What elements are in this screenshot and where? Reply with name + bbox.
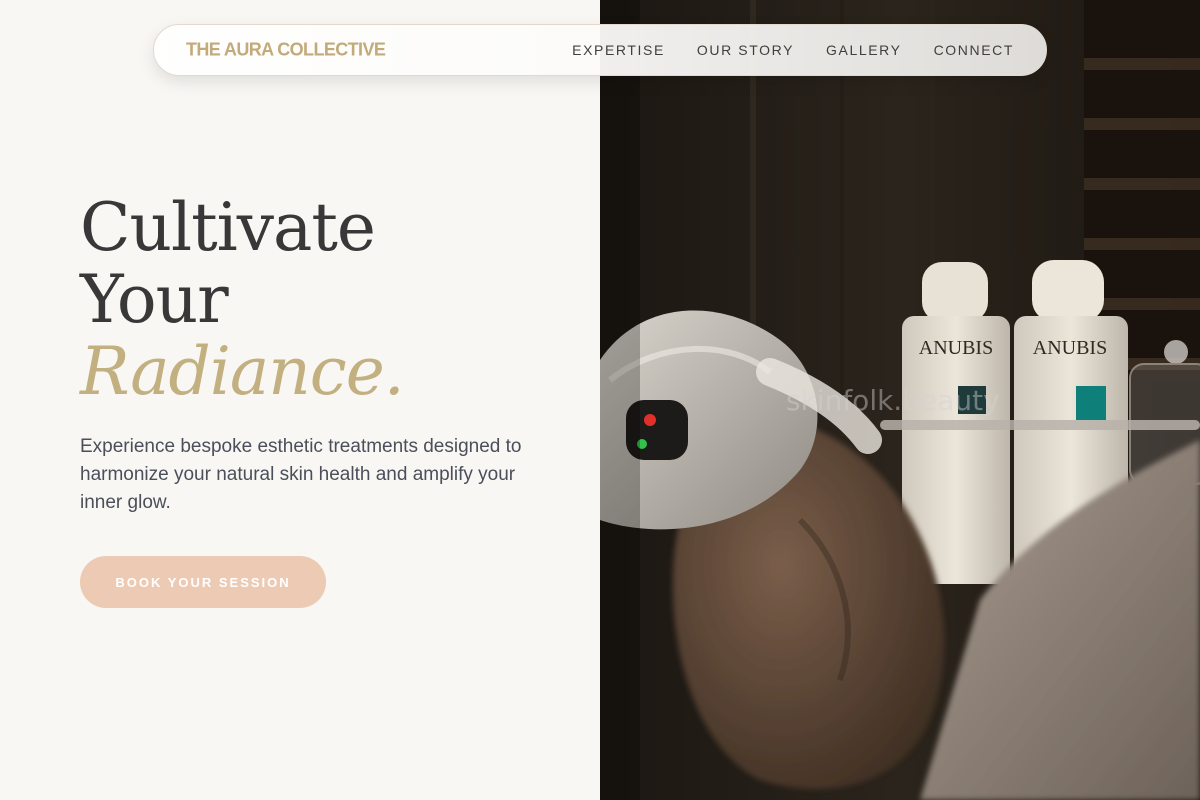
hero-image-panel: ANUBIS ANUBIS skinfolk.beauty (600, 0, 1200, 800)
headline-accent-radiance: Radiance. (80, 333, 405, 410)
nav-link-expertise[interactable]: EXPERTISE (572, 42, 665, 58)
headline-line-cultivate: Cultivate (80, 189, 376, 266)
nav-link-our-story[interactable]: OUR STORY (697, 42, 794, 58)
svg-text:ANUBIS: ANUBIS (919, 337, 993, 359)
image-watermark: skinfolk.beauty (786, 384, 1000, 417)
hero-content-panel: Cultivate Your Radiance. Experience besp… (0, 0, 600, 800)
hero-headline: Cultivate Your Radiance. (80, 189, 405, 410)
landing-page: Cultivate Your Radiance. Experience besp… (0, 0, 1200, 800)
nav-link-gallery[interactable]: GALLERY (826, 42, 902, 58)
nav-links: EXPERTISE OUR STORY GALLERY CONNECT (572, 42, 1014, 58)
book-session-button[interactable]: BOOK YOUR SESSION (80, 556, 326, 608)
nav-link-connect[interactable]: CONNECT (934, 42, 1014, 58)
headline-line-your: Your (80, 261, 229, 338)
brand-logo-link[interactable]: THE AURA COLLECTIVE (186, 40, 386, 61)
svg-text:ANUBIS: ANUBIS (1033, 337, 1107, 359)
hero-subtext: Experience bespoke esthetic treatments d… (80, 436, 522, 513)
main-navigation: THE AURA COLLECTIVE EXPERTISE OUR STORY … (153, 24, 1047, 76)
